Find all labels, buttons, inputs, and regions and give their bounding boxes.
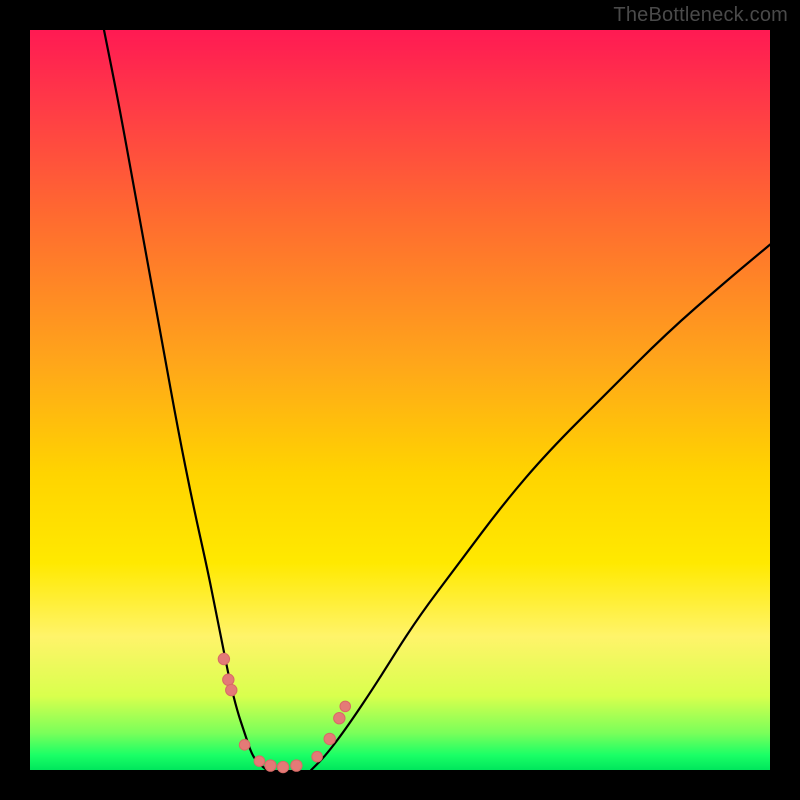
highlight-marker xyxy=(291,760,302,771)
highlight-marker xyxy=(226,684,237,695)
highlight-marker xyxy=(324,733,335,744)
highlight-marker xyxy=(334,713,345,724)
watermark-text: TheBottleneck.com xyxy=(613,4,788,27)
highlight-marker xyxy=(254,756,265,767)
highlight-marker xyxy=(277,761,288,772)
highlight-marker xyxy=(312,751,323,762)
highlight-marker xyxy=(265,760,276,771)
markers-layer xyxy=(30,30,770,770)
highlight-marker xyxy=(218,653,229,664)
outer-frame: TheBottleneck.com xyxy=(0,0,800,800)
highlight-marker xyxy=(239,740,250,751)
marker-group xyxy=(218,653,350,772)
highlight-marker xyxy=(340,701,351,712)
highlight-marker xyxy=(223,674,234,685)
